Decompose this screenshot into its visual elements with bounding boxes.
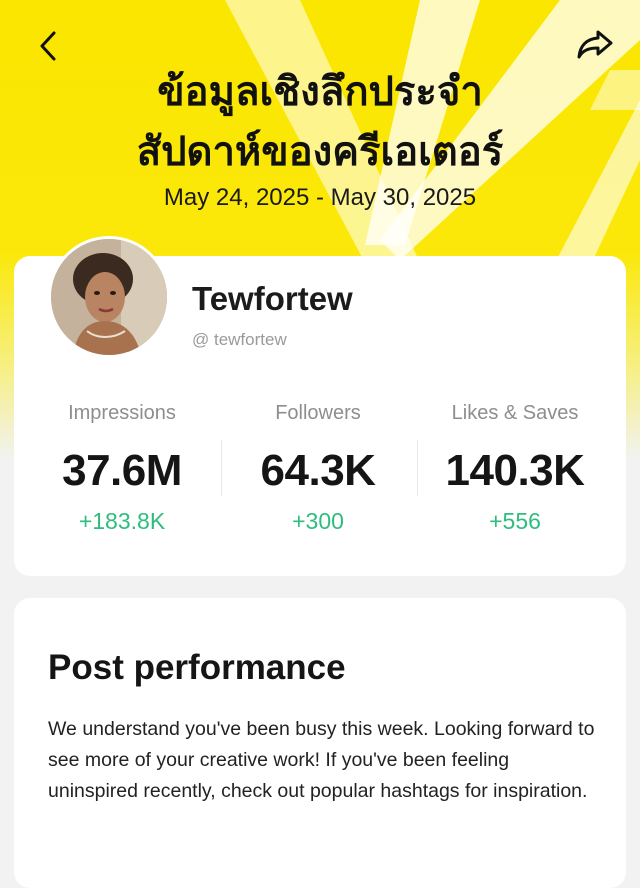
user-name: Tewfortew: [192, 280, 353, 317]
avatar-image: [51, 239, 167, 355]
stat-impressions: Impressions 37.6M +183.8K: [22, 400, 222, 535]
stat-change: +556: [489, 508, 541, 534]
stat-likes-saves: Likes & Saves 140.3K +556: [415, 400, 615, 535]
stat-label: Likes & Saves: [451, 402, 579, 424]
stat-followers: Followers 64.3K +300: [218, 400, 418, 535]
page-title: ข้อมูลเชิงลึกประจำ สัปดาห์ของครีเอเตอร์: [0, 62, 640, 182]
back-button[interactable]: [30, 28, 66, 64]
date-range: May 24, 2025 - May 30, 2025: [163, 184, 477, 211]
chevron-left-icon: [40, 31, 56, 61]
avatar[interactable]: [48, 236, 170, 358]
section-message: We understand you've been busy this week…: [48, 718, 595, 802]
stat-value: 37.6M: [62, 446, 182, 495]
post-performance-card: Post performance We understand you've be…: [14, 598, 626, 888]
page-title-line-2: สัปดาห์ของครีเอเตอร์: [136, 129, 504, 175]
stat-value: 64.3K: [260, 446, 376, 495]
page-title-line-1: ข้อมูลเชิงลึกประจำ: [157, 69, 483, 115]
stat-change: +183.8K: [78, 508, 166, 534]
user-handle: @ tewfortew: [192, 330, 287, 349]
share-button[interactable]: [574, 24, 616, 64]
stat-label: Followers: [275, 402, 361, 424]
stat-value: 140.3K: [445, 446, 585, 495]
stat-change: +300: [292, 508, 344, 534]
profile-card: Tewfortew @ tewfortew Impressions 37.6M …: [14, 236, 626, 576]
stat-label: Impressions: [68, 402, 176, 424]
share-arrow-icon: [577, 30, 613, 59]
section-heading: Post performance: [48, 648, 346, 687]
